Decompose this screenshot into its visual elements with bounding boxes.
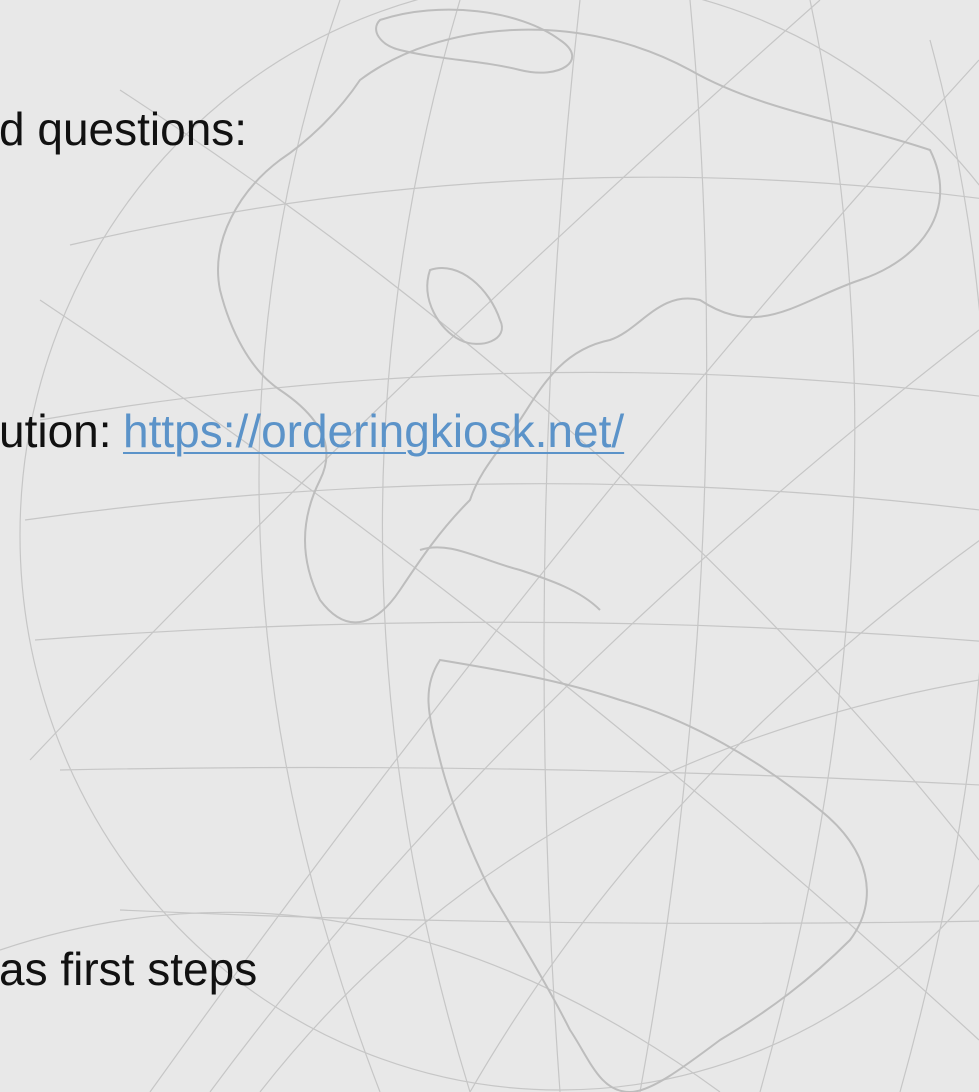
latitude-line xyxy=(34,621,979,642)
solution-prefix-text: ution: xyxy=(0,405,112,457)
great-circle-line xyxy=(259,679,979,1092)
questions-text: d questions: xyxy=(0,103,248,155)
longitude-line xyxy=(543,0,581,1092)
longitude-line xyxy=(258,0,381,1092)
great-circle-line xyxy=(149,59,979,1092)
great-lakes-outline xyxy=(426,267,503,345)
globe-wireframe-icon xyxy=(0,0,979,1092)
caribbean-outline xyxy=(419,546,601,611)
line-first-steps-clip: as first steps xyxy=(0,943,979,1003)
line-questions-clip: d questions: xyxy=(0,103,979,163)
great-circle-line xyxy=(119,89,979,861)
south-america-outline xyxy=(427,658,868,1092)
solution-link[interactable]: https://orderingkiosk.net/ xyxy=(123,405,624,457)
latitude-line xyxy=(59,766,979,786)
latitude-line xyxy=(69,176,979,246)
longitude-line xyxy=(759,0,856,1092)
globe-outline xyxy=(19,0,979,1091)
first-steps-text: as first steps xyxy=(0,943,258,995)
latitude-line xyxy=(24,483,979,521)
arctic-islands-outline xyxy=(375,8,574,74)
longitude-line xyxy=(381,0,471,1092)
longitude-line xyxy=(639,0,708,1092)
